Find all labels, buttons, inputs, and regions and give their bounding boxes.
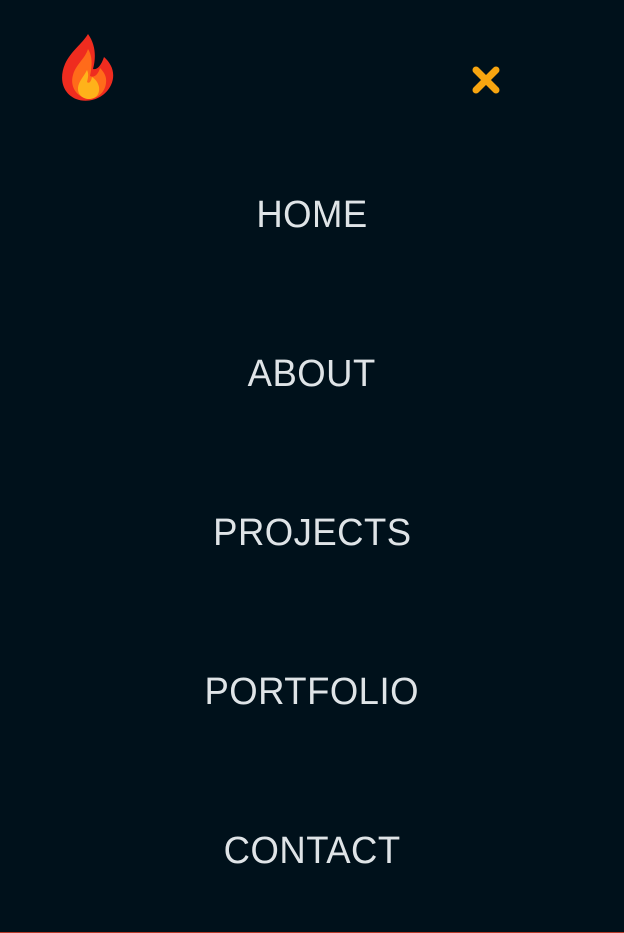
nav-item-home: HOME (0, 154, 624, 313)
fire-icon (58, 33, 114, 101)
close-icon (468, 62, 504, 98)
nav-item-portfolio: PORTFOLIO (0, 631, 624, 790)
projects-link[interactable]: PROJECTS (213, 510, 411, 556)
contact-link[interactable]: CONTACT (224, 828, 401, 874)
nav-item-contact: CONTACT (0, 790, 624, 933)
fire-logo-link[interactable] (58, 33, 114, 101)
about-link[interactable]: ABOUT (248, 351, 376, 397)
portfolio-link[interactable]: PORTFOLIO (205, 669, 419, 715)
nav-item-projects: PROJECTS (0, 472, 624, 631)
main-navigation: HOME ABOUT PROJECTS PORTFOLIO CONTACT (0, 154, 624, 933)
close-menu-button[interactable] (468, 62, 504, 98)
mobile-menu-overlay: HOME ABOUT PROJECTS PORTFOLIO CONTACT (0, 0, 624, 933)
home-link[interactable]: HOME (256, 192, 367, 238)
nav-item-about: ABOUT (0, 313, 624, 472)
